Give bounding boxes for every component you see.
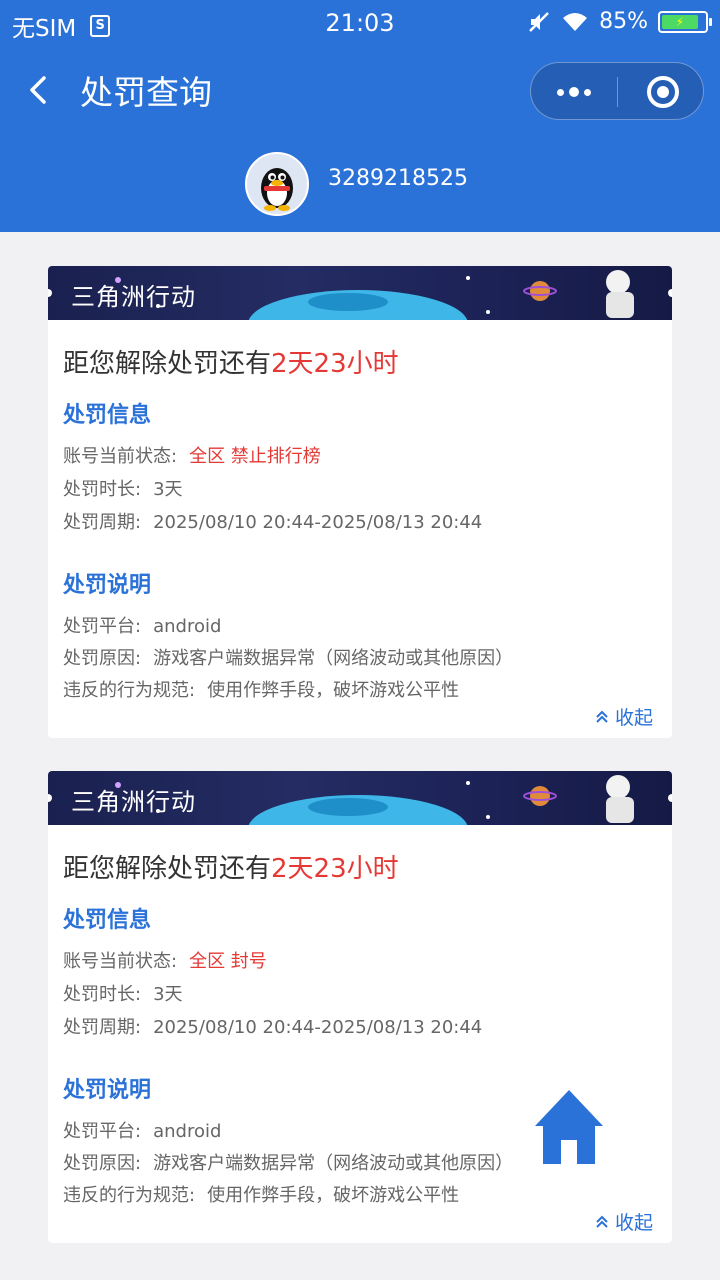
period-label: 处罚周期: [63, 1017, 142, 1038]
rule-value: 使用作弊手段，破坏游戏公平性 [207, 1185, 460, 1206]
status-label: 账号当前状态: [63, 446, 178, 467]
status-value: 全区 禁止排行榜 [189, 446, 321, 467]
reason-value: 游戏客户端数据异常（网络波动或其他原因） [153, 1153, 514, 1174]
penalty-desc-title: 处罚说明 [63, 1078, 152, 1103]
close-miniprogram-button[interactable] [647, 76, 679, 108]
battery-level-fill: ⚡ [662, 14, 698, 29]
game-title: 三角洲行动 [71, 788, 196, 816]
duration-row: 处罚时长: 3天 [63, 980, 183, 1006]
period-value: 2025/08/10 20:44-2025/08/13 20:44 [153, 512, 483, 533]
penguin-avatar-icon [261, 168, 293, 211]
avatar [245, 152, 309, 216]
reason-value: 游戏客户端数据异常（网络波动或其他原因） [153, 648, 514, 669]
countdown-value: 2天23小时 [271, 854, 399, 884]
platform-row: 处罚平台: android [63, 612, 221, 638]
status-label: 账号当前状态: [63, 951, 178, 972]
home-icon[interactable] [533, 1088, 605, 1166]
rule-label: 违反的行为规范: [63, 1185, 196, 1206]
more-options-button[interactable] [531, 63, 617, 121]
more-dot-icon [584, 88, 591, 96]
duration-label: 处罚时长: [63, 479, 142, 500]
game-banner: 三角洲行动 [48, 771, 672, 825]
platform-value: android [153, 1121, 222, 1142]
reason-row: 处罚原因: 游戏客户端数据异常（网络波动或其他原因） [63, 644, 513, 670]
collapse-button[interactable]: 收起 [595, 1208, 653, 1235]
banner-dot [668, 289, 672, 297]
reason-label: 处罚原因: [63, 648, 142, 669]
penalty-info-title: 处罚信息 [63, 403, 152, 428]
platform-label: 处罚平台: [63, 616, 142, 637]
collapse-label: 收起 [614, 1212, 653, 1234]
capsule-divider [617, 77, 618, 107]
banner-dot [668, 794, 672, 802]
reason-row: 处罚原因: 游戏客户端数据异常（网络波动或其他原因） [63, 1149, 513, 1175]
penalty-card: 三角洲行动 距您解除处罚还有2天23小时 处罚信息 账号当前状态: 全区 封号 处… [48, 771, 672, 1243]
wifi-icon [563, 12, 588, 31]
account-number: 3289218525 [328, 166, 468, 191]
mute-icon [529, 11, 549, 32]
game-banner: 三角洲行动 [48, 266, 672, 320]
rule-row: 违反的行为规范: 使用作弊手段，破坏游戏公平性 [63, 1181, 459, 1207]
period-label: 处罚周期: [63, 512, 142, 533]
collapse-button[interactable]: 收起 [595, 703, 653, 730]
period-value: 2025/08/10 20:44-2025/08/13 20:44 [153, 1017, 483, 1038]
reason-label: 处罚原因: [63, 1153, 142, 1174]
countdown-value: 2天23小时 [271, 349, 399, 379]
double-chevron-up-icon [596, 710, 608, 723]
countdown-prefix: 距您解除处罚还有 [63, 349, 272, 379]
battery-icon: ⚡ [658, 10, 712, 33]
platform-value: android [153, 616, 222, 637]
status-row: 账号当前状态: 全区 封号 [63, 947, 267, 973]
page-title: 处罚查询 [80, 73, 212, 112]
duration-label: 处罚时长: [63, 984, 142, 1005]
platform-row: 处罚平台: android [63, 1117, 221, 1143]
game-title: 三角洲行动 [71, 283, 196, 311]
countdown-prefix: 距您解除处罚还有 [63, 854, 272, 884]
status-icons: 85% ⚡ [527, 9, 712, 34]
duration-value: 3天 [153, 984, 183, 1005]
countdown-text: 距您解除处罚还有2天23小时 [63, 848, 399, 885]
collapse-label: 收起 [614, 707, 653, 729]
double-chevron-up-icon [596, 1215, 608, 1228]
battery-percent: 85% [599, 9, 648, 34]
period-row: 处罚周期: 2025/08/10 20:44-2025/08/13 20:44 [63, 1013, 482, 1039]
duration-value: 3天 [153, 479, 183, 500]
back-arrow-icon[interactable] [24, 70, 54, 110]
rule-label: 违反的行为规范: [63, 680, 196, 701]
more-dot-icon [557, 88, 564, 96]
penalty-card: 三角洲行动 距您解除处罚还有2天23小时 处罚信息 账号当前状态: 全区 禁止排行… [48, 266, 672, 738]
penalty-desc-title: 处罚说明 [63, 573, 152, 598]
nav-header: 处罚查询 3289218525 [0, 48, 720, 232]
status-bar: 无SIM S 21:03 85% ⚡ [0, 0, 720, 48]
countdown-text: 距您解除处罚还有2天23小时 [63, 343, 399, 380]
rule-row: 违反的行为规范: 使用作弊手段，破坏游戏公平性 [63, 676, 459, 702]
rule-value: 使用作弊手段，破坏游戏公平性 [207, 680, 460, 701]
period-row: 处罚周期: 2025/08/10 20:44-2025/08/13 20:44 [63, 508, 482, 534]
miniprogram-capsule [530, 62, 704, 120]
penalty-info-title: 处罚信息 [63, 908, 152, 933]
more-dot-icon [569, 87, 579, 97]
platform-label: 处罚平台: [63, 1121, 142, 1142]
status-value: 全区 封号 [189, 951, 267, 972]
status-row: 账号当前状态: 全区 禁止排行榜 [63, 442, 321, 468]
duration-row: 处罚时长: 3天 [63, 475, 183, 501]
